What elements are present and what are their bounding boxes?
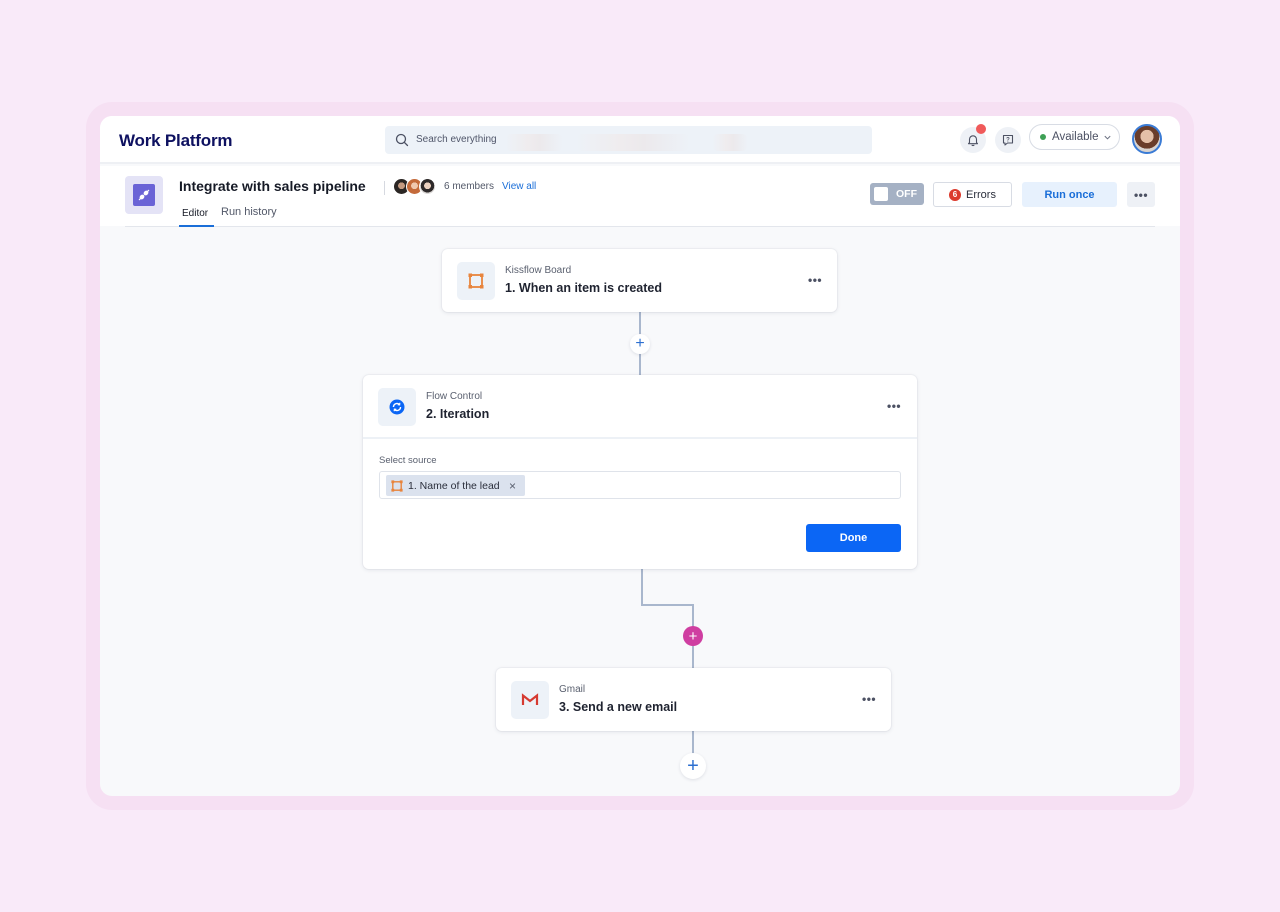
user-avatar[interactable] <box>1132 124 1162 154</box>
step-title: 1. When an item is created <box>505 281 662 295</box>
board-icon <box>391 479 403 492</box>
errors-label: Errors <box>966 188 996 201</box>
divider <box>363 437 917 439</box>
toggle-label: OFF <box>896 188 917 200</box>
availability-label: Available <box>1052 131 1099 143</box>
step-title: 3. Send a new email <box>559 700 678 714</box>
toggle-knob <box>874 187 888 201</box>
kissflow-board-icon <box>457 262 495 300</box>
top-navbar: Work Platform Search everything ? Availa… <box>100 116 1180 164</box>
step-more-button[interactable]: ••• <box>862 692 876 706</box>
connector-line <box>641 604 694 606</box>
error-count-badge: 6 <box>949 188 961 201</box>
more-horizontal-icon: ••• <box>1133 187 1149 202</box>
board-icon <box>468 273 484 289</box>
gmail-icon <box>521 693 539 705</box>
notification-badge <box>976 124 986 134</box>
add-step-button-active[interactable]: + <box>683 626 703 646</box>
member-avatars[interactable] <box>393 178 436 195</box>
svg-text:?: ? <box>1006 138 1010 144</box>
more-options-button[interactable]: ••• <box>1127 182 1155 207</box>
search-placeholder: Search everything <box>416 134 497 145</box>
plus-icon: + <box>687 755 699 777</box>
integration-plug-icon <box>138 189 150 201</box>
help-chat-icon: ? <box>1002 134 1014 146</box>
blurred-region <box>505 134 563 151</box>
iteration-icon <box>389 399 405 415</box>
step-app-name: Flow Control <box>426 391 483 402</box>
blurred-region <box>712 134 748 151</box>
close-icon[interactable]: × <box>509 479 516 493</box>
blurred-region <box>575 134 690 151</box>
status-online-dot <box>1040 134 1046 140</box>
select-source-input[interactable]: 1. Name of the lead × <box>379 471 901 499</box>
add-step-button[interactable]: + <box>630 334 650 354</box>
tab-editor[interactable]: Editor <box>182 208 208 219</box>
members-count: 6 members <box>444 181 495 192</box>
app-window: Work Platform Search everything ? Availa… <box>100 116 1180 796</box>
gmail-app-icon <box>511 681 549 719</box>
plus-icon: + <box>635 335 645 352</box>
chip-label: 1. Name of the lead <box>408 479 500 492</box>
workflow-header: Integrate with sales pipeline 6 members … <box>125 166 1155 227</box>
chevron-down-icon <box>1104 135 1112 140</box>
plus-icon: + <box>688 627 698 645</box>
connector-line <box>641 569 643 606</box>
availability-dropdown[interactable]: Available <box>1029 124 1120 150</box>
member-avatar <box>419 178 436 195</box>
page-title: Integrate with sales pipeline <box>179 178 366 194</box>
step-card-iteration[interactable]: Flow Control 2. Iteration ••• Select sou… <box>363 375 917 569</box>
divider <box>384 181 385 195</box>
run-once-button[interactable]: Run once <box>1022 182 1117 207</box>
errors-button[interactable]: 6 Errors <box>933 182 1012 207</box>
tab-run-history[interactable]: Run history <box>221 206 277 218</box>
step-app-name: Kissflow Board <box>505 265 572 276</box>
view-all-members-link[interactable]: View all <box>502 181 536 192</box>
workflow-toggle[interactable]: OFF <box>870 183 924 205</box>
step-app-name: Gmail <box>559 684 586 695</box>
selected-source-chip: 1. Name of the lead × <box>386 475 525 496</box>
active-tab-indicator <box>179 225 214 227</box>
brand-logo[interactable]: Work Platform <box>119 131 232 151</box>
workflow-app-icon <box>125 176 163 214</box>
bell-icon <box>967 135 979 147</box>
step-title: 2. Iteration <box>426 407 490 421</box>
search-input[interactable]: Search everything <box>385 126 872 154</box>
step-more-button[interactable]: ••• <box>887 399 901 413</box>
search-icon <box>395 133 409 147</box>
done-button[interactable]: Done <box>806 524 901 552</box>
help-button[interactable]: ? <box>995 127 1021 153</box>
step-card-trigger[interactable]: Kissflow Board 1. When an item is create… <box>442 249 837 312</box>
step-card-gmail[interactable]: Gmail 3. Send a new email ••• <box>496 668 891 731</box>
flow-control-icon <box>378 388 416 426</box>
step-more-button[interactable]: ••• <box>808 273 822 287</box>
select-source-label: Select source <box>379 455 437 466</box>
add-step-button[interactable]: + <box>680 753 706 779</box>
